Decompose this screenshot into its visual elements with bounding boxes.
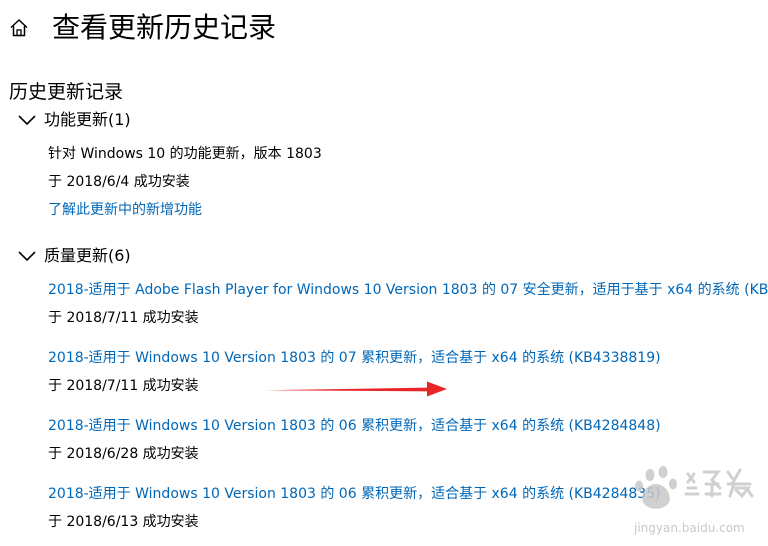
feature-update-status: 于 2018/6/4 成功安装 bbox=[48, 174, 190, 190]
quality-update-link[interactable]: 2018-适用于 Windows 10 Version 1803 的 07 累积… bbox=[48, 348, 661, 368]
chevron-down-icon bbox=[18, 251, 36, 262]
baidu-jingyan-watermark: jingyan.baidu.com bbox=[633, 466, 754, 535]
quality-update-status: 于 2018/6/28 成功安装 bbox=[48, 446, 199, 462]
chevron-down-icon bbox=[18, 115, 36, 126]
home-icon[interactable] bbox=[8, 17, 30, 39]
quality-update-status: 于 2018/7/11 成功安装 bbox=[48, 310, 199, 326]
quality-updates-label: 质量更新(6) bbox=[44, 246, 131, 265]
quality-update-status: 于 2018/7/11 成功安装 bbox=[48, 378, 199, 394]
section-title: 历史更新记录 bbox=[9, 81, 124, 103]
watermark-url: jingyan.baidu.com bbox=[633, 521, 745, 535]
quality-update-link[interactable]: 2018-适用于 Adobe Flash Player for Windows … bbox=[48, 280, 768, 300]
feature-updates-label: 功能更新(1) bbox=[44, 110, 131, 129]
feature-update-name: 针对 Windows 10 的功能更新，版本 1803 bbox=[48, 146, 322, 162]
quality-updates-header[interactable]: 质量更新(6) bbox=[17, 245, 131, 267]
annotation-arrow-icon bbox=[265, 381, 447, 397]
quality-update-link[interactable]: 2018-适用于 Windows 10 Version 1803 的 06 累积… bbox=[48, 484, 661, 504]
page-title: 查看更新历史记录 bbox=[52, 11, 277, 44]
quality-update-link[interactable]: 2018-适用于 Windows 10 Version 1803 的 06 累积… bbox=[48, 416, 661, 436]
feature-updates-header[interactable]: 功能更新(1) bbox=[17, 109, 131, 131]
whats-new-link[interactable]: 了解此更新中的新增功能 bbox=[48, 200, 202, 220]
update-history-page: 查看更新历史记录 历史更新记录 功能更新(1) 针对 Windows 10 的功… bbox=[0, 0, 768, 546]
quality-update-status: 于 2018/6/13 成功安装 bbox=[48, 514, 199, 530]
